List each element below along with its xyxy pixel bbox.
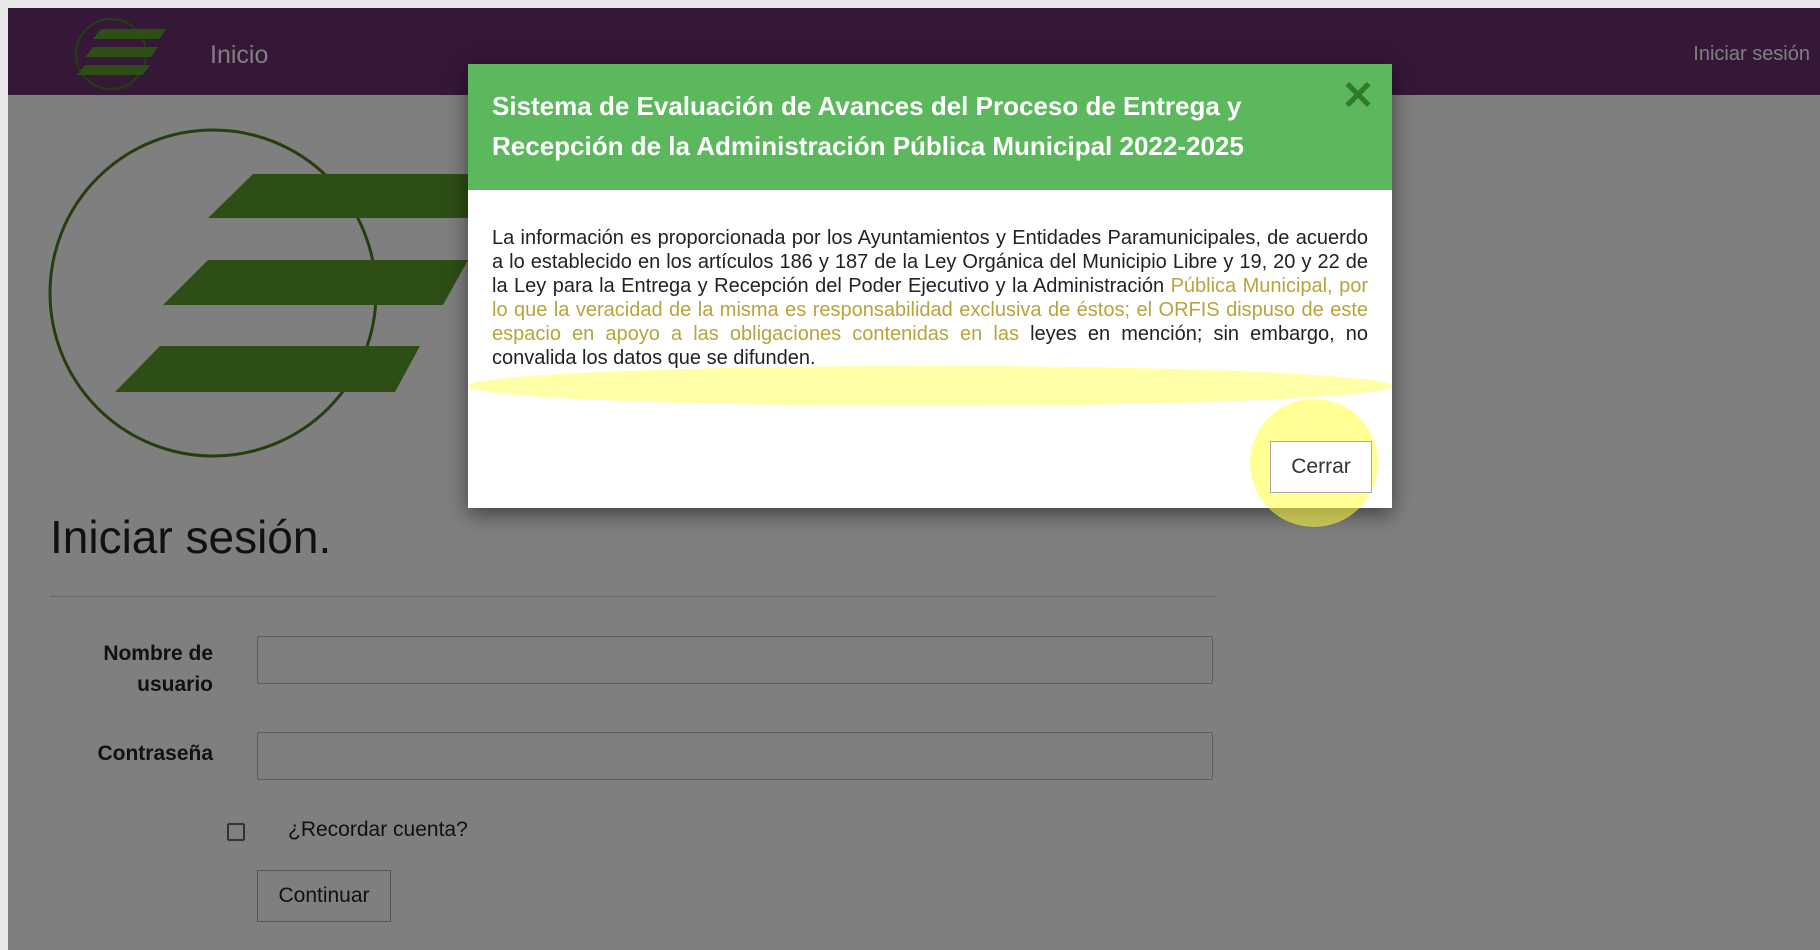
modal-body-text: La información es proporcionada por los … [492,226,1368,370]
close-button[interactable]: Cerrar [1270,441,1372,493]
modal-header: Sistema de Evaluación de Avances del Pro… [468,64,1392,190]
close-icon[interactable]: ✕ [1340,76,1376,116]
highlighter-mark [468,366,1392,406]
notice-modal: Sistema de Evaluación de Avances del Pro… [468,64,1392,527]
modal-title: Sistema de Evaluación de Avances del Pro… [492,91,1244,161]
browser-viewport: Inicio Iniciar sesión Iniciar sesión. No… [8,8,1820,950]
